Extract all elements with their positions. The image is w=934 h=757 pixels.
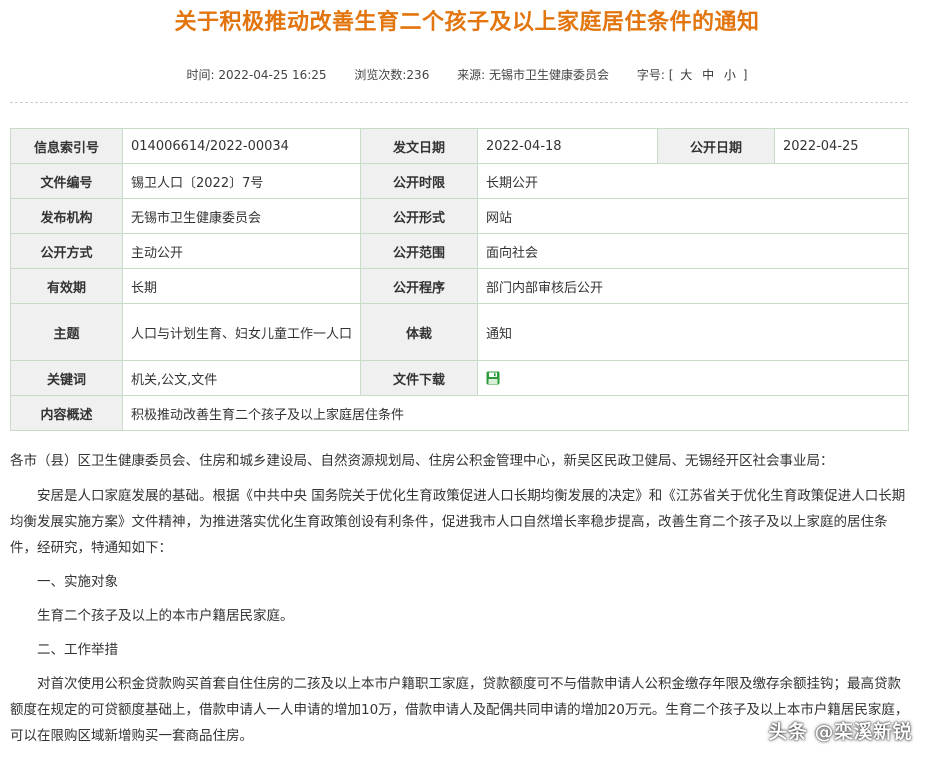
- doc-no-value: 锡卫人口〔2022〕7号: [122, 163, 361, 199]
- download-label: 文件下载: [360, 360, 478, 396]
- paragraph: 安居是人口家庭发展的基础。根据《中共中央 国务院关于优化生育政策促进人口长期均衡…: [10, 488, 906, 556]
- source: 来源: 无锡市卫生健康委员会: [457, 68, 610, 82]
- genre-value: 通知: [477, 303, 909, 361]
- disclosure-procedure-value: 部门内部审核后公开: [477, 268, 909, 304]
- issue-date-label: 发文日期: [360, 128, 478, 164]
- disclosure-scope-value: 面向社会: [477, 233, 909, 269]
- index-no-value: 014006614/2022-00034: [122, 128, 361, 164]
- bracket-open: [: [668, 68, 674, 82]
- font-size-selector: 字号: [ 大 中 小 ]: [637, 68, 748, 82]
- topic-value: 人口与计划生育、妇女儿童工作一人口: [122, 303, 361, 361]
- save-file-icon[interactable]: [486, 371, 500, 385]
- paragraph: 生育二个孩子及以上的本市户籍居民家庭。: [37, 608, 294, 624]
- publisher-value: 无锡市卫生健康委员会: [122, 198, 361, 234]
- keywords-label: 关键词: [10, 360, 123, 396]
- table-row: 有效期 长期 公开程序 部门内部审核后公开: [10, 268, 909, 304]
- table-row: 公开方式 主动公开 公开范围 面向社会: [10, 233, 909, 269]
- download-cell: [477, 360, 909, 396]
- summary-value: 积极推动改善生育二个孩子及以上家庭居住条件: [122, 395, 909, 431]
- disclosure-procedure-label: 公开程序: [360, 268, 478, 304]
- disclosure-method-value: 主动公开: [122, 233, 361, 269]
- page-title: 关于积极推动改善生育二个孩子及以上家庭居住条件的通知: [174, 10, 760, 35]
- disclosure-time-label: 公开时限: [360, 163, 478, 199]
- watermark: 头条 @栾溪新锐: [768, 721, 912, 743]
- disclosure-method-label: 公开方式: [10, 233, 123, 269]
- summary-label: 内容概述: [10, 395, 123, 431]
- section-heading: 二、工作举措: [37, 642, 118, 658]
- genre-label: 体裁: [360, 303, 478, 361]
- document-body: 各市（县）区卫生健康委员会、住房和城乡建设局、自然资源规划局、住房公积金管理中心…: [10, 448, 910, 757]
- table-row: 关键词 机关,公文,文件 文件下载: [10, 360, 909, 396]
- doc-no-label: 文件编号: [10, 163, 123, 199]
- publish-date-label: 公开日期: [657, 128, 775, 164]
- disclosure-time-value: 长期公开: [477, 163, 909, 199]
- font-size-medium-link[interactable]: 中: [702, 68, 714, 82]
- font-size-large-link[interactable]: 大: [680, 68, 692, 82]
- keywords-value: 机关,公文,文件: [122, 360, 361, 396]
- article-meta: 时间: 2022-04-25 16:25 浏览次数:236 来源: 无锡市卫生健…: [0, 66, 934, 83]
- validity-label: 有效期: [10, 268, 123, 304]
- divider: [10, 102, 908, 103]
- index-no-label: 信息索引号: [10, 128, 123, 164]
- font-size-small-link[interactable]: 小: [724, 68, 736, 82]
- validity-value: 长期: [122, 268, 361, 304]
- table-row: 文件编号 锡卫人口〔2022〕7号 公开时限 长期公开: [10, 163, 909, 199]
- publish-date-value: 2022-04-25: [774, 128, 909, 164]
- section-heading: 一、实施对象: [37, 574, 118, 590]
- bracket-close: ]: [742, 68, 748, 82]
- info-table: 信息索引号 014006614/2022-00034 发文日期 2022-04-…: [10, 128, 909, 431]
- publisher-label: 发布机构: [10, 198, 123, 234]
- font-size-label: 字号:: [636, 68, 665, 82]
- table-row: 主题 人口与计划生育、妇女儿童工作一人口 体裁 通知: [10, 303, 909, 361]
- disclosure-form-label: 公开形式: [360, 198, 478, 234]
- table-row: 内容概述 积极推动改善生育二个孩子及以上家庭居住条件: [10, 395, 909, 431]
- view-count: 浏览次数:236: [354, 68, 430, 82]
- issue-date-value: 2022-04-18: [477, 128, 658, 164]
- disclosure-scope-label: 公开范围: [360, 233, 478, 269]
- publish-time: 时间: 2022-04-25 16:25: [186, 68, 327, 82]
- addressee: 各市（县）区卫生健康委员会、住房和城乡建设局、自然资源规划局、住房公积金管理中心…: [10, 453, 834, 469]
- topic-label: 主题: [10, 303, 123, 361]
- table-row: 发布机构 无锡市卫生健康委员会 公开形式 网站: [10, 198, 909, 234]
- disclosure-form-value: 网站: [477, 198, 909, 234]
- table-row: 信息索引号 014006614/2022-00034 发文日期 2022-04-…: [10, 128, 909, 164]
